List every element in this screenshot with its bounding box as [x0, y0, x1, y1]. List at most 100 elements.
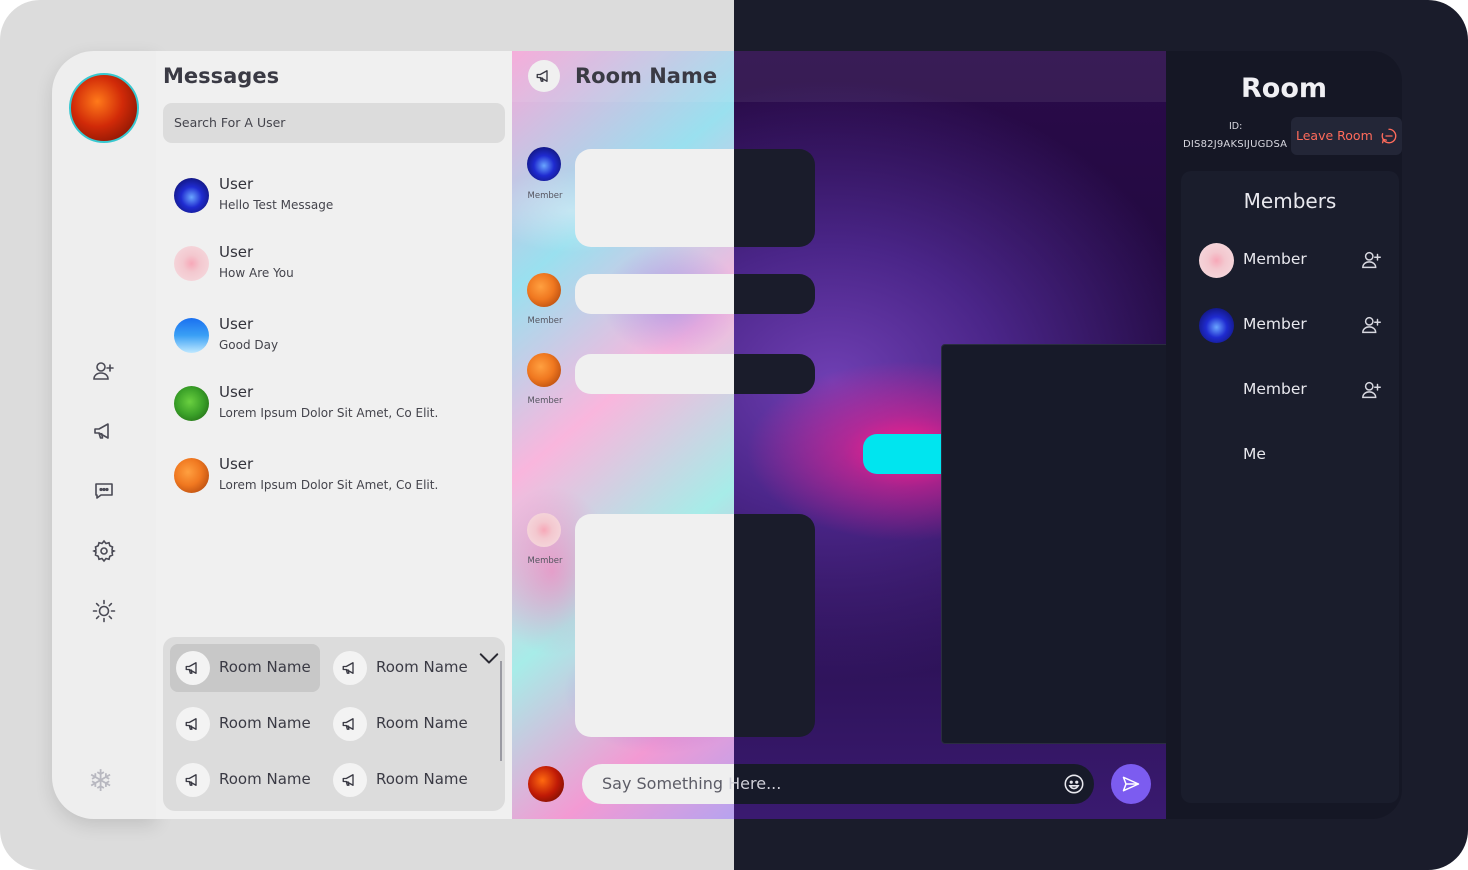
gear-icon[interactable]: [92, 539, 116, 563]
member-label: Member: [527, 396, 563, 406]
room-label: Room Name: [219, 714, 311, 732]
nav-rail: ❄: [52, 51, 156, 819]
app-window: ❄ Messages Search For A User User Hello …: [52, 51, 1402, 819]
avatar: [174, 246, 209, 281]
rooms-list: Room Name Room Name Room Name Room Name …: [163, 637, 505, 811]
room-item[interactable]: Room Name: [327, 756, 477, 804]
add-friend-icon[interactable]: [1361, 249, 1383, 271]
megaphone-icon: [333, 651, 367, 685]
add-friend-icon[interactable]: [1361, 379, 1383, 401]
chat-header: Room Name: [512, 51, 1166, 102]
member-label: Member: [527, 191, 563, 201]
conversation-name: User: [219, 315, 254, 333]
member-row[interactable]: Member: [1199, 373, 1389, 409]
avatar[interactable]: [527, 513, 561, 547]
conversation-preview: How Are You: [219, 266, 294, 280]
messages-panel: Messages Search For A User User Hello Te…: [156, 51, 512, 819]
room-id: DIS82J9AKSIJUGDSA: [1183, 139, 1288, 150]
message-bubble: [575, 274, 815, 314]
chat-title: Room Name: [575, 64, 718, 88]
snowflake-icon: ❄: [88, 764, 114, 799]
popup-card: [941, 344, 1166, 744]
room-label: Room Name: [376, 714, 468, 732]
room-item[interactable]: Room Name: [327, 700, 477, 748]
avatar: [1199, 308, 1234, 343]
conversation-item[interactable]: User Lorem Ipsum Dolor Sit Amet, Co Elit…: [174, 455, 504, 495]
conversation-name: User: [219, 383, 254, 401]
conversation-name: User: [219, 455, 254, 473]
add-friend-icon[interactable]: [1361, 314, 1383, 336]
add-friend-icon[interactable]: [92, 359, 116, 383]
chat-area: Room Name Member Member Member Member Sa…: [512, 51, 1166, 819]
message-bubble: [575, 514, 815, 737]
megaphone-icon: [333, 707, 367, 741]
brightness-icon[interactable]: [92, 599, 116, 623]
megaphone-icon: [176, 651, 210, 685]
megaphone-icon: [333, 763, 367, 797]
avatar: [174, 386, 209, 421]
room-item[interactable]: Room Name: [170, 644, 320, 692]
member-name: Member: [1243, 380, 1307, 398]
avatar: [174, 318, 209, 353]
room-item[interactable]: Room Name: [327, 644, 477, 692]
room-panel: Room ID: DIS82J9AKSIJUGDSA Leave Room Me…: [1166, 51, 1402, 819]
member-label: Member: [527, 316, 563, 326]
conversation-name: User: [219, 243, 254, 261]
megaphone-icon: [528, 60, 560, 92]
placeholder-text-tail: Here...: [728, 774, 782, 793]
member-label: Member: [527, 556, 563, 566]
avatar: [174, 178, 209, 213]
conversation-item[interactable]: User Hello Test Message: [174, 175, 504, 215]
placeholder-text: Say Something: [602, 774, 729, 793]
avatar: [1199, 243, 1234, 278]
conversation-item[interactable]: User Good Day: [174, 315, 504, 355]
room-label: Room Name: [376, 658, 468, 676]
avatar: [528, 766, 564, 802]
member-name: Member: [1243, 315, 1307, 333]
emoji-icon[interactable]: [1063, 773, 1085, 795]
room-item[interactable]: Room Name: [170, 700, 320, 748]
room-id-label: ID:: [1229, 121, 1243, 132]
megaphone-icon[interactable]: [92, 419, 116, 443]
leave-icon: [1380, 127, 1398, 145]
avatar[interactable]: [527, 273, 561, 307]
leave-room-button[interactable]: Leave Room: [1291, 117, 1402, 155]
avatar: [174, 458, 209, 493]
search-input[interactable]: Search For A User: [163, 103, 505, 143]
member-name: Me: [1243, 445, 1266, 463]
members-list: Members Member Member Member Me: [1181, 171, 1399, 803]
send-icon: [1122, 776, 1140, 792]
room-label: Room Name: [219, 658, 311, 676]
message-bubble: [575, 354, 815, 394]
conversation-item[interactable]: User How Are You: [174, 243, 504, 283]
conversation-item[interactable]: User Lorem Ipsum Dolor Sit Amet, Co Elit…: [174, 383, 504, 423]
profile-avatar[interactable]: [69, 73, 139, 143]
conversation-preview: Hello Test Message: [219, 198, 334, 212]
room-label: Room Name: [219, 770, 311, 788]
highlight-bar: [863, 434, 953, 474]
megaphone-icon: [176, 707, 210, 741]
room-label: Room Name: [376, 770, 468, 788]
avatar[interactable]: [527, 147, 561, 181]
conversation-preview: Lorem Ipsum Dolor Sit Amet, Co Elit.: [219, 406, 439, 420]
megaphone-icon: [176, 763, 210, 797]
member-name: Member: [1243, 250, 1307, 268]
room-item[interactable]: Room Name: [170, 756, 320, 804]
message-input[interactable]: Say Something Here...: [582, 764, 1094, 804]
member-row[interactable]: Member: [1199, 243, 1389, 279]
member-row[interactable]: Me: [1199, 438, 1389, 474]
conversation-preview: Good Day: [219, 338, 279, 352]
chevron-down-icon[interactable]: [478, 647, 500, 669]
conversation-name: User: [219, 175, 254, 193]
send-button[interactable]: [1111, 764, 1151, 804]
messages-title: Messages: [163, 64, 280, 88]
room-title: Room: [1240, 73, 1328, 104]
conversation-preview: Lorem Ipsum Dolor Sit Amet, Co Elit.: [219, 478, 439, 492]
members-title: Members: [1243, 189, 1337, 213]
chat-icon[interactable]: [92, 479, 116, 503]
avatar[interactable]: [527, 353, 561, 387]
message-bubble: [575, 149, 815, 247]
rooms-scrollbar[interactable]: [500, 661, 502, 761]
member-row[interactable]: Member: [1199, 308, 1389, 344]
leave-room-label: Leave Room: [1296, 128, 1373, 143]
